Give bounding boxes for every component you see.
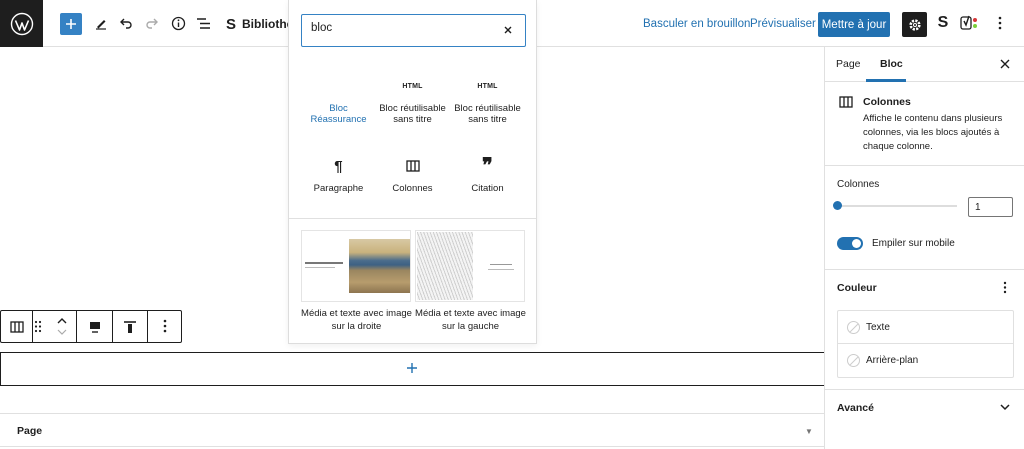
color-item-label: Arrière-plan [866,355,919,366]
block-item-label: Bloc réutilisable sans titre [379,103,446,125]
block-item-label: Citation [471,183,504,194]
add-block-button[interactable] [60,13,82,35]
color-background-item[interactable]: Arrière-plan [838,344,1013,377]
preview-button[interactable]: Prévisualiser [750,18,816,30]
more-vertical-icon[interactable] [1003,281,1007,294]
block-inserter-popover: Bloc Réassurance HTML Bloc réutilisable … [288,0,537,344]
columns-label: Colonnes [837,179,880,190]
block-item-label: Paragraphe [313,183,364,194]
block-item-columns[interactable]: Colonnes [375,157,450,194]
tab-page[interactable]: Page [836,58,861,70]
switch-to-draft-button[interactable]: Basculer en brouillon [643,18,750,30]
block-reassurance-icon [301,77,376,95]
color-item-label: Texte [866,321,890,333]
active-tab-indicator [866,79,906,82]
move-up-down-buttons[interactable] [47,311,77,342]
abstract-lines-image [417,232,473,300]
pattern-preview-image-left[interactable] [415,230,525,302]
add-column-block-icon[interactable] [405,361,419,375]
columns-slider-thumb[interactable] [833,201,842,210]
page-panel[interactable]: Page ▼ [0,413,825,447]
chevron-down-icon[interactable] [57,329,67,335]
chevron-down-icon[interactable] [1000,404,1010,411]
update-button[interactable]: Mettre à jour [818,12,890,37]
pencil-icon[interactable] [89,11,113,35]
close-icon[interactable] [999,58,1011,70]
columns-icon [375,157,450,175]
divider [289,218,536,219]
block-description: Affiche le contenu dans plusieurs colonn… [863,113,1003,152]
vertical-align-top-icon[interactable] [113,311,148,342]
close-icon[interactable] [501,23,515,37]
custom-plugin-icon[interactable]: S [931,11,955,35]
search-input[interactable] [311,22,491,34]
tab-bloc[interactable]: Bloc [880,58,903,70]
stack-on-mobile-label: Empiler sur mobile [872,238,955,249]
block-item-reusable[interactable]: HTML Bloc réutilisable sans titre [375,77,450,126]
block-item-paragraph[interactable]: ¶ Paragraphe [301,157,376,195]
advanced-section-title[interactable]: Avancé [837,402,874,414]
html-icon: HTML [477,82,498,90]
block-item-reusable[interactable]: HTML Bloc réutilisable sans titre [450,77,525,126]
pattern-label: Média et texte avec image sur la droite [301,308,412,332]
color-text-item[interactable]: Texte [838,311,1013,344]
align-wide-icon[interactable] [77,311,113,342]
list-view-icon[interactable] [191,11,215,35]
document-title-text: Bibliothèque [242,17,288,31]
columns-slider-track[interactable] [837,205,957,207]
wordpress-logo-icon[interactable] [0,0,43,47]
block-item-label: Bloc Réassurance [310,103,367,125]
block-item-label: Bloc réutilisable sans titre [454,103,521,125]
drag-handle-icon[interactable] [34,320,42,333]
yoast-seo-icon[interactable] [957,11,981,35]
landscape-image [349,239,410,293]
block-item-label: Colonnes [392,183,433,194]
caret-down-icon[interactable]: ▼ [805,427,813,436]
settings-gear-icon[interactable] [902,12,927,37]
chevron-up-icon[interactable] [57,318,67,324]
columns-number-input[interactable]: 1 [968,197,1013,217]
block-name: Colonnes [863,96,911,108]
more-vertical-icon[interactable] [988,11,1012,35]
pilcrow-icon: ¶ [334,157,343,175]
block-item-quote[interactable]: ❞ Citation [450,155,525,194]
quote-icon: ❞ [482,155,493,177]
columns-block-icon[interactable] [1,311,33,342]
page-panel-title: Page [17,425,43,437]
html-icon: HTML [402,82,423,90]
settings-sidebar: Page Bloc Colonnes Affiche le contenu da… [824,47,1024,449]
info-icon[interactable] [166,11,190,35]
color-section-title: Couleur [837,282,877,294]
columns-block-icon [839,96,853,108]
pattern-preview-image-right[interactable] [301,230,411,302]
block-item-reassurance[interactable]: Bloc Réassurance [301,77,376,125]
stack-on-mobile-toggle[interactable] [837,237,863,250]
empty-swatch-icon [847,354,860,367]
block-options-icon[interactable] [148,319,182,333]
custom-plugin-icon: S [226,15,237,33]
search-field[interactable] [301,14,526,47]
redo-icon[interactable] [140,11,164,35]
empty-swatch-icon [847,320,860,334]
pattern-label: Média et texte avec image sur la gauche [415,308,526,332]
columns-block[interactable] [0,352,825,386]
undo-icon[interactable] [114,11,138,35]
color-options: Texte Arrière-plan [837,310,1014,378]
document-title[interactable]: S Bibliothèque [226,13,288,35]
block-toolbar [0,310,182,343]
